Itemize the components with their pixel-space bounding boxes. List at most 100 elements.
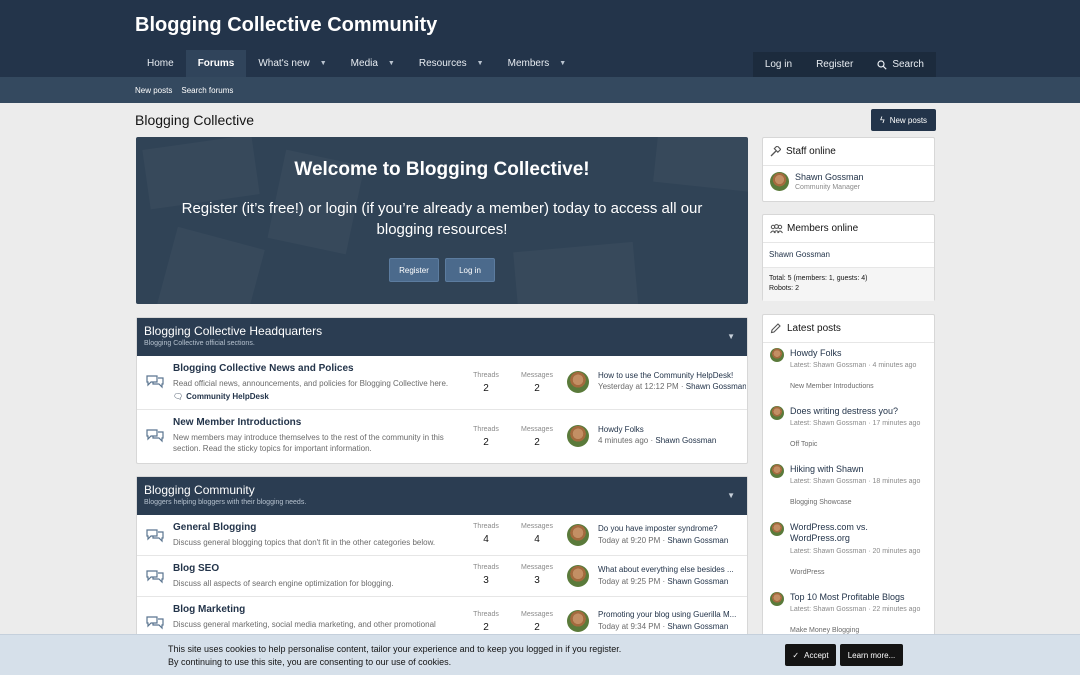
- messages-label: Messages: [521, 523, 553, 530]
- forum-title[interactable]: Blog SEO: [173, 563, 219, 574]
- search-button[interactable]: Search: [865, 52, 936, 77]
- last-post-user[interactable]: Shawn Gossman: [686, 382, 746, 391]
- latest-post-item: Howdy Folks Latest: Shawn Gossman · 4 mi…: [763, 343, 934, 401]
- last-post-meta: Yesterday at 12:12 PM · Shawn Gossman: [598, 382, 746, 391]
- avatar[interactable]: [567, 565, 589, 587]
- avatar[interactable]: [567, 425, 589, 447]
- chat-bubbles-icon: [146, 616, 164, 630]
- last-post-title[interactable]: How to use the Community HelpDesk!: [598, 371, 738, 380]
- nav-whats-new[interactable]: What's new ▼: [246, 50, 338, 77]
- latest-post-title[interactable]: Does writing destress you?: [790, 406, 930, 417]
- category-title[interactable]: Blogging Community: [144, 483, 740, 497]
- last-post-user[interactable]: Shawn Gossman: [667, 536, 728, 545]
- messages-count: 2: [534, 383, 540, 394]
- last-post-user[interactable]: Shawn Gossman: [667, 622, 728, 631]
- avatar[interactable]: [567, 524, 589, 546]
- members-online-title[interactable]: Members online: [787, 223, 858, 234]
- latest-post-forum[interactable]: New Member Introductions: [790, 383, 874, 390]
- latest-post-title[interactable]: Howdy Folks: [790, 348, 930, 359]
- latest-post-title[interactable]: Hiking with Shawn: [790, 464, 930, 475]
- online-member-name[interactable]: Shawn Gossman: [763, 243, 934, 268]
- last-post-time[interactable]: Today at 9:34 PM: [598, 622, 660, 631]
- welcome-register-button[interactable]: Register: [389, 258, 439, 282]
- site-title[interactable]: Blogging Collective Community: [135, 0, 1080, 50]
- search-icon: [877, 59, 887, 70]
- avatar[interactable]: [567, 371, 589, 393]
- latest-post-forum[interactable]: Make Money Blogging: [790, 627, 859, 634]
- forum-row: General Blogging Discuss general bloggin…: [137, 515, 747, 556]
- nav-home[interactable]: Home: [135, 50, 186, 77]
- register-link[interactable]: Register: [804, 52, 865, 77]
- avatar[interactable]: [770, 592, 784, 606]
- threads-label: Threads: [473, 372, 499, 379]
- chat-bubbles-icon: [146, 429, 164, 443]
- last-post-time[interactable]: Today at 9:25 PM: [598, 577, 660, 586]
- chevron-down-icon[interactable]: ▼: [727, 332, 735, 341]
- messages-label: Messages: [521, 372, 553, 379]
- threads-stat: Threads 2: [466, 426, 506, 448]
- nav-media[interactable]: Media ▼: [339, 50, 407, 77]
- staff-online-title[interactable]: Staff online: [786, 146, 836, 157]
- forum-title[interactable]: New Member Introductions: [173, 417, 301, 428]
- last-post-time[interactable]: Today at 9:20 PM: [598, 536, 660, 545]
- category-title[interactable]: Blogging Collective Headquarters: [144, 324, 740, 338]
- last-post-title[interactable]: Do you have imposter syndrome?: [598, 524, 738, 533]
- online-robots: Robots: 2: [769, 285, 799, 292]
- category-header: Blogging Community Bloggers helping blog…: [137, 477, 747, 515]
- avatar[interactable]: [770, 406, 784, 420]
- latest-posts-header: Latest posts: [763, 315, 934, 343]
- threads-label: Threads: [473, 611, 499, 618]
- welcome-login-button[interactable]: Log in: [445, 258, 495, 282]
- nav-forums[interactable]: Forums: [185, 50, 247, 77]
- staff-member: Shawn Gossman Community Manager: [763, 166, 934, 198]
- avatar[interactable]: [770, 172, 789, 191]
- last-post-user[interactable]: Shawn Gossman: [655, 436, 716, 445]
- subnav-new-posts[interactable]: New posts: [135, 86, 172, 95]
- login-link[interactable]: Log in: [753, 52, 804, 77]
- threads-stat: Threads 4: [466, 523, 506, 545]
- learn-more-button[interactable]: Learn more...: [840, 644, 903, 666]
- avatar[interactable]: [770, 522, 784, 536]
- chevron-down-icon[interactable]: ▼: [559, 50, 566, 77]
- accept-cookies-button[interactable]: ✓ Accept: [785, 644, 836, 666]
- avatar[interactable]: [770, 348, 784, 362]
- last-post-title[interactable]: Howdy Folks: [598, 425, 738, 434]
- chevron-down-icon[interactable]: ▼: [320, 50, 327, 77]
- last-post-time[interactable]: 4 minutes ago: [598, 436, 648, 445]
- accept-label: Accept: [804, 650, 829, 660]
- avatar[interactable]: [567, 610, 589, 632]
- latest-post-item: WordPress.com vs. WordPress.org Latest: …: [763, 517, 934, 587]
- nav-resources[interactable]: Resources ▼: [407, 50, 496, 77]
- last-post-user[interactable]: Shawn Gossman: [667, 577, 728, 586]
- threads-count: 2: [483, 622, 489, 633]
- forum-description: Read official news, announcements, and p…: [173, 379, 449, 388]
- chevron-down-icon[interactable]: ▼: [388, 50, 395, 77]
- last-post-title[interactable]: Promoting your blog using Guerilla M...: [598, 610, 738, 619]
- category-description: Bloggers helping bloggers with their blo…: [144, 499, 307, 506]
- forum-title[interactable]: Blogging Collective News and Polices: [173, 363, 354, 374]
- cookie-line-1: This site uses cookies to help personali…: [168, 644, 622, 654]
- latest-post-title[interactable]: WordPress.com vs. WordPress.org: [790, 522, 900, 544]
- subforum-link[interactable]: 🗨 Community HelpDesk: [173, 392, 269, 401]
- cookie-notice: This site uses cookies to help personali…: [0, 634, 1080, 675]
- last-post-title[interactable]: What about everything else besides ...: [598, 565, 738, 574]
- users-icon: [770, 223, 783, 233]
- latest-post-forum[interactable]: Off Topic: [790, 441, 817, 448]
- forum-title[interactable]: Blog Marketing: [173, 604, 245, 615]
- staff-name[interactable]: Shawn Gossman: [795, 172, 864, 182]
- chevron-down-icon[interactable]: ▼: [477, 50, 484, 77]
- latest-post-forum[interactable]: Blogging Showcase: [790, 499, 852, 506]
- messages-stat: Messages 4: [517, 523, 557, 545]
- avatar[interactable]: [770, 464, 784, 478]
- latest-post-forum[interactable]: WordPress: [790, 569, 825, 576]
- chevron-down-icon[interactable]: ▼: [727, 491, 735, 500]
- threads-stat: Threads 2: [466, 611, 506, 633]
- forum-title[interactable]: General Blogging: [173, 522, 256, 533]
- nav-members[interactable]: Members ▼: [496, 50, 579, 77]
- latest-posts-title[interactable]: Latest posts: [787, 323, 841, 334]
- subnav-search-forums[interactable]: Search forums: [181, 86, 233, 95]
- last-post-time[interactable]: Yesterday at 12:12 PM: [598, 382, 679, 391]
- latest-post-title[interactable]: Top 10 Most Profitable Blogs: [790, 592, 930, 603]
- messages-label: Messages: [521, 426, 553, 433]
- new-posts-button[interactable]: ϟ New posts: [871, 109, 936, 131]
